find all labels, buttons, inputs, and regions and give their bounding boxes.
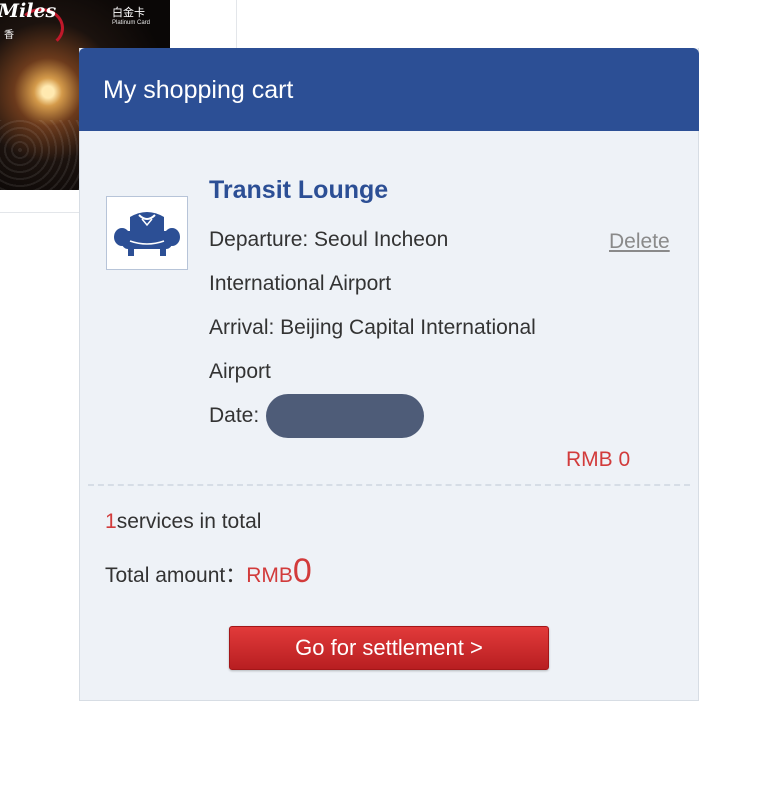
total-amount-line: Total amount：RMB0 bbox=[105, 552, 312, 591]
services-count-line: 1services in total bbox=[105, 510, 261, 534]
lounge-thumbnail bbox=[106, 196, 188, 270]
redacted-date bbox=[266, 394, 424, 438]
card-brand: Miles bbox=[0, 0, 57, 22]
total-amount-value: 0 bbox=[292, 552, 312, 590]
card-chinese-small: 香 bbox=[4, 30, 14, 41]
go-for-settlement-button[interactable]: Go for settlement > bbox=[229, 626, 549, 670]
item-title[interactable]: Transit Lounge bbox=[209, 176, 388, 205]
services-count-label: services in total bbox=[116, 510, 262, 533]
arrival-line-2: Airport bbox=[209, 360, 271, 383]
card-english-label: Platinum Card bbox=[112, 20, 151, 26]
date-label: Date: bbox=[209, 404, 260, 427]
cart-title: My shopping cart bbox=[103, 76, 294, 104]
armchair-icon bbox=[114, 212, 180, 256]
item-price: RMB 0 bbox=[566, 448, 631, 471]
shopping-cart-panel: My shopping cart Transit Lounge Departur… bbox=[79, 48, 699, 701]
delete-link[interactable]: Delete bbox=[609, 230, 670, 254]
total-currency: RMB bbox=[246, 564, 293, 587]
services-count: 1 bbox=[105, 510, 117, 533]
departure-line-2: International Airport bbox=[209, 272, 392, 295]
card-chinese-label: 白金卡 bbox=[112, 6, 145, 19]
departure-line-1: Departure: Seoul Incheon bbox=[209, 228, 449, 251]
total-amount-label: Total amount： bbox=[105, 564, 247, 587]
dashed-divider bbox=[88, 484, 690, 486]
arrival-line-1: Arrival: Beijing Capital International bbox=[209, 316, 536, 339]
